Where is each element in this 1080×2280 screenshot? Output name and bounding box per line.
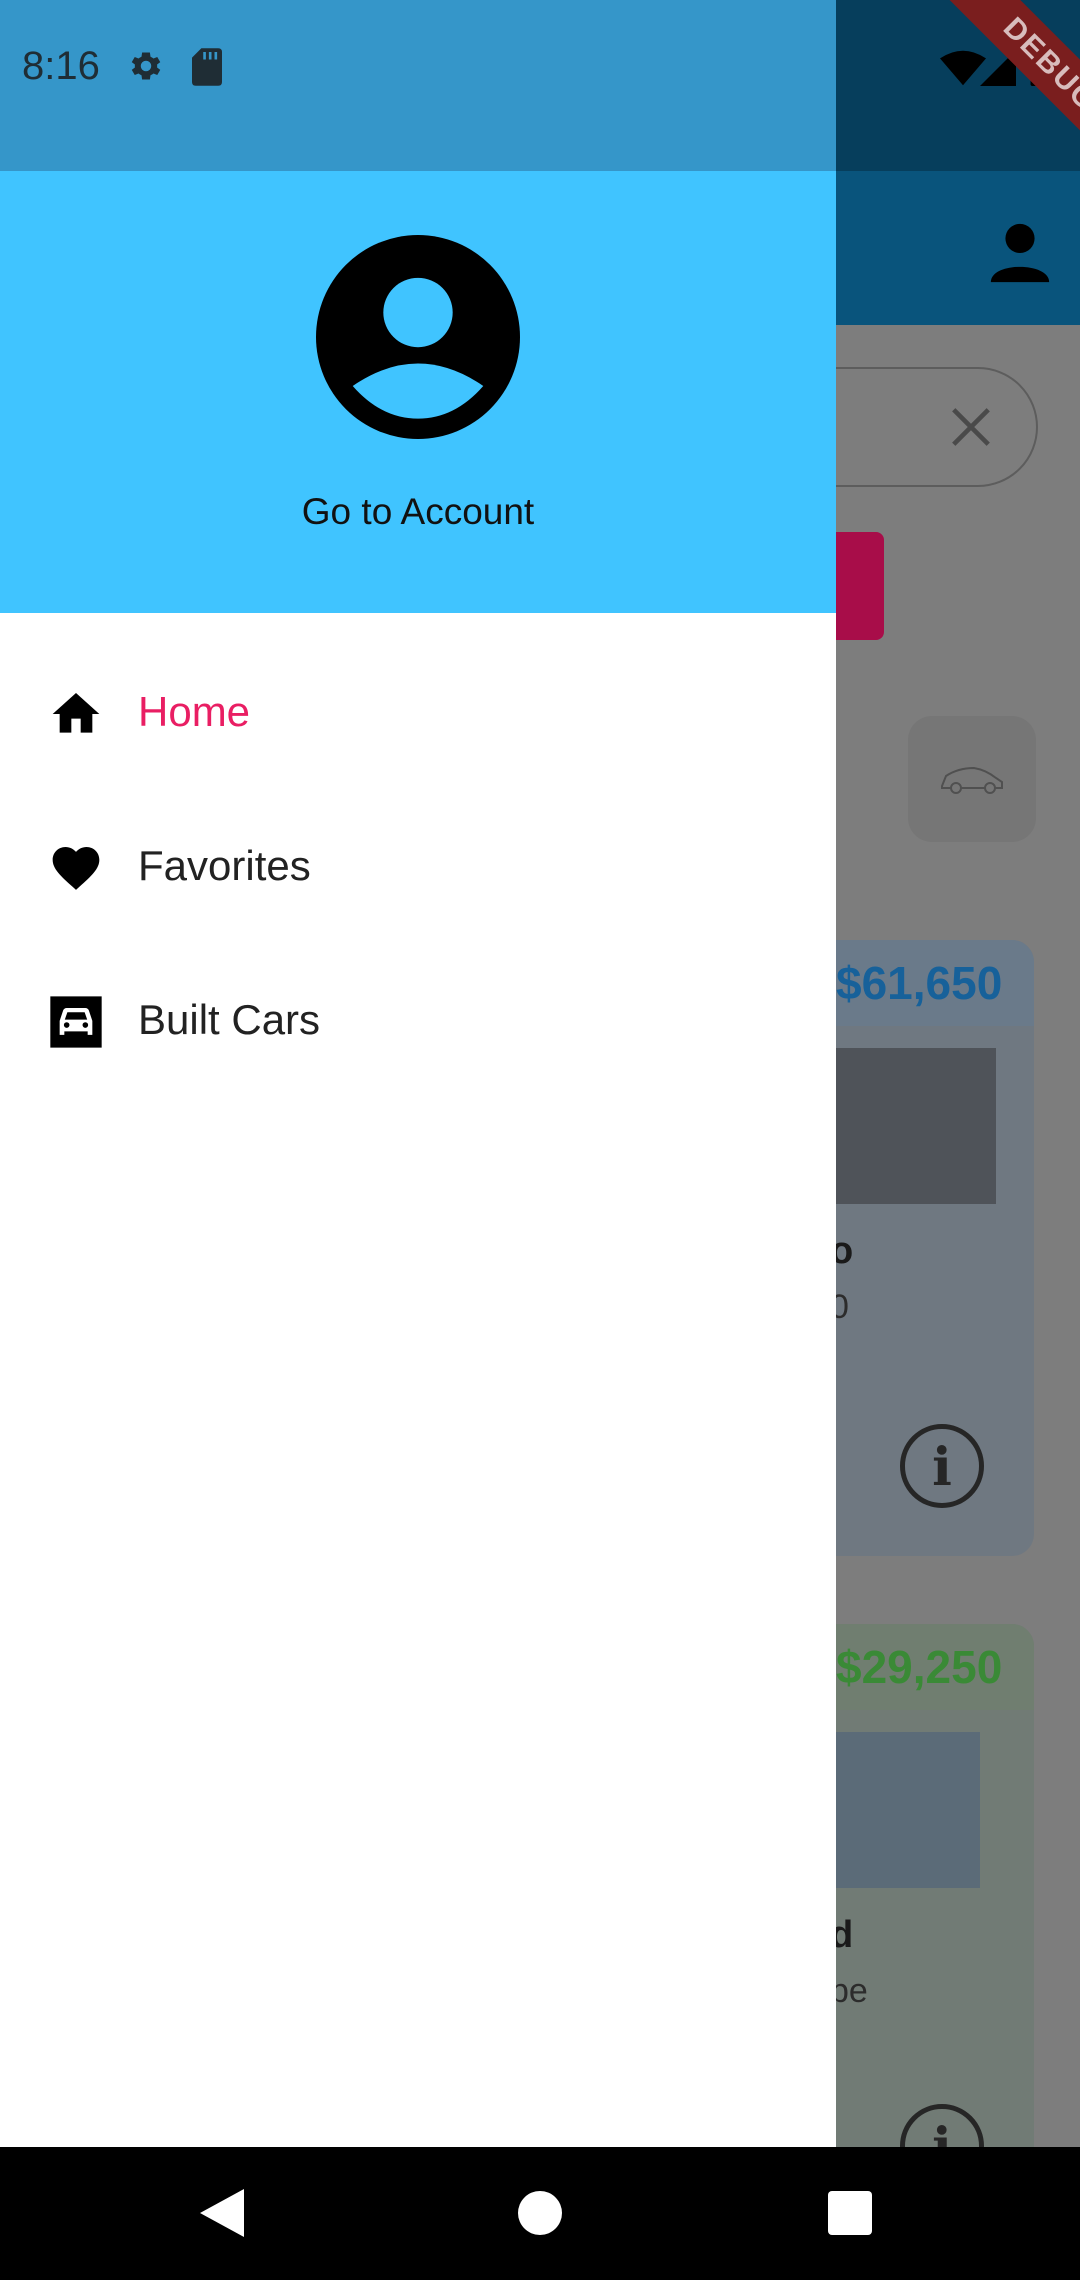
status-time: 8:16: [22, 44, 100, 88]
account-icon: [990, 223, 1050, 283]
car-icon: [50, 996, 102, 1048]
sd-card-icon: [192, 48, 222, 86]
info-icon: i: [900, 1424, 984, 1508]
drawer-item-favorites[interactable]: Favorites: [0, 790, 836, 944]
background-car-filter-chip: [908, 716, 1036, 842]
back-icon[interactable]: [200, 2189, 244, 2237]
car-image: [820, 1048, 996, 1204]
account-circle-icon[interactable]: [316, 235, 520, 439]
heart-icon: [52, 847, 100, 890]
car-image: [820, 1732, 980, 1888]
drawer-item-home[interactable]: Home: [0, 636, 836, 790]
car-outline-icon: [941, 766, 1003, 794]
drawer-item-label: Home: [138, 688, 251, 735]
drawer-item-built-cars[interactable]: Built Cars: [0, 944, 836, 1098]
drawer-header[interactable]: Go to Account: [0, 171, 836, 613]
drawer-item-label: Favorites: [138, 842, 311, 889]
home-circle-icon[interactable]: [518, 2191, 562, 2235]
car-price: $61,650: [836, 957, 1003, 1009]
system-nav-bar: [0, 2147, 1080, 2280]
drawer-item-label: Built Cars: [138, 996, 321, 1043]
navigation-drawer: 8:16 Go to Account Home Favorites Built …: [0, 0, 836, 2147]
status-bar: 8:16: [0, 0, 836, 171]
home-icon: [52, 693, 100, 733]
go-to-account-label[interactable]: Go to Account: [0, 491, 836, 533]
recents-icon[interactable]: [828, 2191, 872, 2235]
clear-icon: [952, 408, 990, 446]
gear-icon: [131, 52, 161, 80]
car-price: $29,250: [836, 1641, 1003, 1693]
